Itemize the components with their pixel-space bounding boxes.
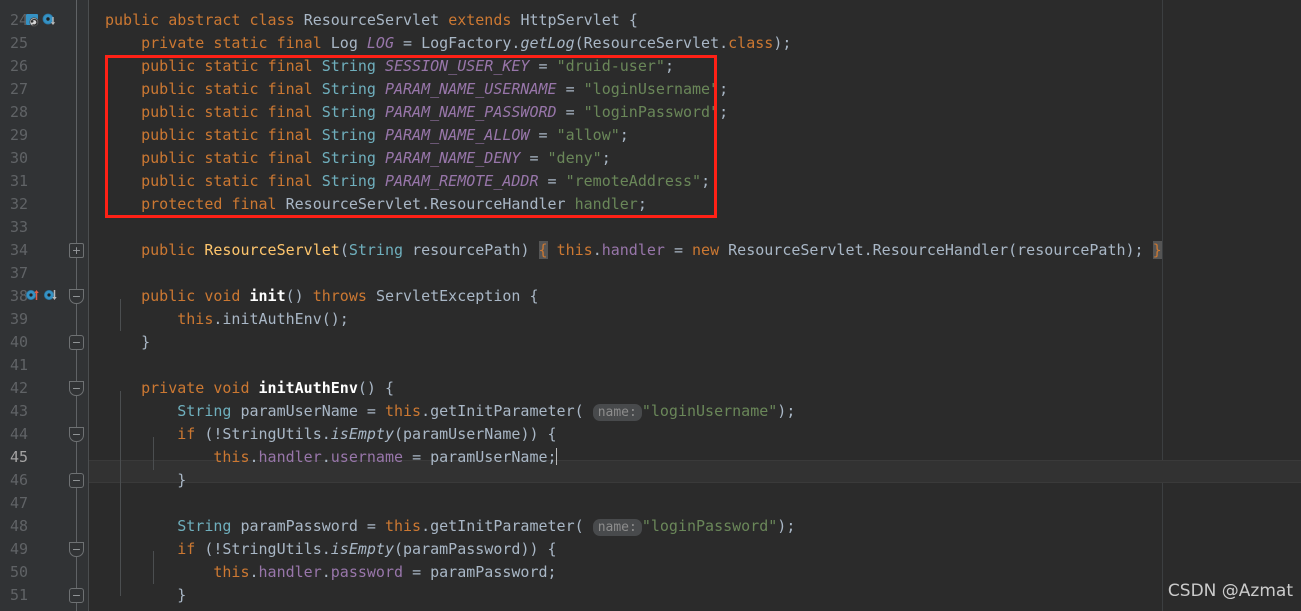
code-line-41[interactable] bbox=[89, 354, 114, 377]
code-line-25[interactable]: private static final Log LOG = LogFactor… bbox=[89, 32, 791, 55]
line-number: 30 bbox=[9, 149, 28, 167]
line-number: 37 bbox=[9, 264, 28, 282]
line-number: 26 bbox=[9, 57, 28, 75]
code-line-31[interactable]: public static final String PARAM_REMOTE_… bbox=[89, 170, 710, 193]
line-number: 27 bbox=[9, 80, 28, 98]
inlay-hint-name: name: bbox=[592, 519, 642, 536]
line-number-current: 45 bbox=[9, 448, 28, 466]
line-number: 28 bbox=[9, 103, 28, 121]
line-number: 32 bbox=[9, 195, 28, 213]
inlay-hint-name: name: bbox=[592, 404, 642, 421]
code-line-38[interactable]: public void init() throws ServletExcepti… bbox=[89, 285, 538, 308]
editor-gutter[interactable]: 24 25 26 27 28 29 30 31 32 33 34 37 38 3… bbox=[0, 0, 88, 611]
fold-marker-line-40[interactable]: − bbox=[69, 335, 84, 350]
code-editor[interactable]: 24 25 26 27 28 29 30 31 32 33 34 37 38 3… bbox=[0, 0, 1301, 611]
code-line-28[interactable]: public static final String PARAM_NAME_PA… bbox=[89, 101, 728, 124]
code-line-33[interactable] bbox=[89, 216, 114, 239]
line-number: 43 bbox=[9, 402, 28, 420]
fold-thread bbox=[76, 481, 77, 546]
code-line-27[interactable]: public static final String PARAM_NAME_US… bbox=[89, 78, 728, 101]
line-number: 29 bbox=[9, 126, 28, 144]
fold-marker-line-51[interactable]: − bbox=[69, 588, 84, 603]
line-number: 49 bbox=[9, 540, 28, 558]
text-caret bbox=[555, 448, 557, 465]
fold-marker-collapsed-line-34[interactable]: + bbox=[69, 243, 84, 258]
code-line-45[interactable]: this.handler.username = paramUserName; bbox=[89, 446, 557, 469]
line-number: 39 bbox=[9, 310, 28, 328]
code-line-47[interactable] bbox=[89, 492, 114, 515]
code-line-51[interactable]: } bbox=[89, 584, 186, 607]
line-number: 47 bbox=[9, 494, 28, 512]
code-line-29[interactable]: public static final String PARAM_NAME_AL… bbox=[89, 124, 629, 147]
line-number: 46 bbox=[9, 471, 28, 489]
code-line-44[interactable]: if (!StringUtils.isEmpty(paramUserName))… bbox=[89, 423, 556, 446]
line-number: 38 bbox=[9, 287, 28, 305]
implemented-method-icon[interactable] bbox=[44, 288, 58, 302]
overriding-method-icon[interactable] bbox=[26, 288, 40, 302]
fold-thread bbox=[76, 437, 77, 477]
line-number: 34 bbox=[9, 241, 28, 259]
fold-marker-line-44[interactable]: − bbox=[69, 427, 84, 442]
line-number: 50 bbox=[9, 563, 28, 581]
code-line-50[interactable]: this.handler.password = paramPassword; bbox=[89, 561, 556, 584]
line-number: 42 bbox=[9, 379, 28, 397]
code-line-49[interactable]: if (!StringUtils.isEmpty(paramPassword))… bbox=[89, 538, 556, 561]
line-number: 44 bbox=[9, 425, 28, 443]
line-number: 25 bbox=[9, 34, 28, 52]
csdn-watermark: CSDN @Azmat bbox=[1167, 581, 1293, 601]
code-line-40[interactable]: } bbox=[89, 331, 150, 354]
implementing-method-icon[interactable] bbox=[42, 13, 56, 27]
code-line-34[interactable]: public ResourceServlet(String resourcePa… bbox=[89, 239, 1162, 262]
code-line-46[interactable]: } bbox=[89, 469, 186, 492]
fold-thread bbox=[76, 0, 77, 244]
code-line-24[interactable]: public abstract class ResourceServlet ex… bbox=[89, 9, 638, 32]
line-number: 41 bbox=[9, 356, 28, 374]
line-number: 40 bbox=[9, 333, 28, 351]
line-number: 31 bbox=[9, 172, 28, 190]
line-number: 24 bbox=[9, 11, 28, 29]
fold-marker-line-38[interactable]: − bbox=[69, 289, 84, 304]
code-line-30[interactable]: public static final String PARAM_NAME_DE… bbox=[89, 147, 611, 170]
line-number: 51 bbox=[9, 586, 28, 604]
code-line-42[interactable]: private void initAuthEnv() { bbox=[89, 377, 394, 400]
class-overridden-icon[interactable] bbox=[26, 13, 40, 27]
line-number: 48 bbox=[9, 517, 28, 535]
code-content[interactable]: public abstract class ResourceServlet ex… bbox=[89, 0, 1301, 611]
fold-marker-line-46[interactable]: − bbox=[69, 473, 84, 488]
code-line-32[interactable]: protected final ResourceServlet.Resource… bbox=[89, 193, 647, 216]
code-line-48[interactable]: String paramPassword = this.getInitParam… bbox=[89, 515, 795, 538]
code-line-43[interactable]: String paramUserName = this.getInitParam… bbox=[89, 400, 795, 423]
code-line-37[interactable] bbox=[89, 262, 114, 285]
fold-marker-line-49[interactable]: − bbox=[69, 542, 84, 557]
code-line-39[interactable]: this.initAuthEnv(); bbox=[89, 308, 349, 331]
fold-marker-line-42[interactable]: − bbox=[69, 381, 84, 396]
code-line-26[interactable]: public static final String SESSION_USER_… bbox=[89, 55, 674, 78]
line-number: 33 bbox=[9, 218, 28, 236]
